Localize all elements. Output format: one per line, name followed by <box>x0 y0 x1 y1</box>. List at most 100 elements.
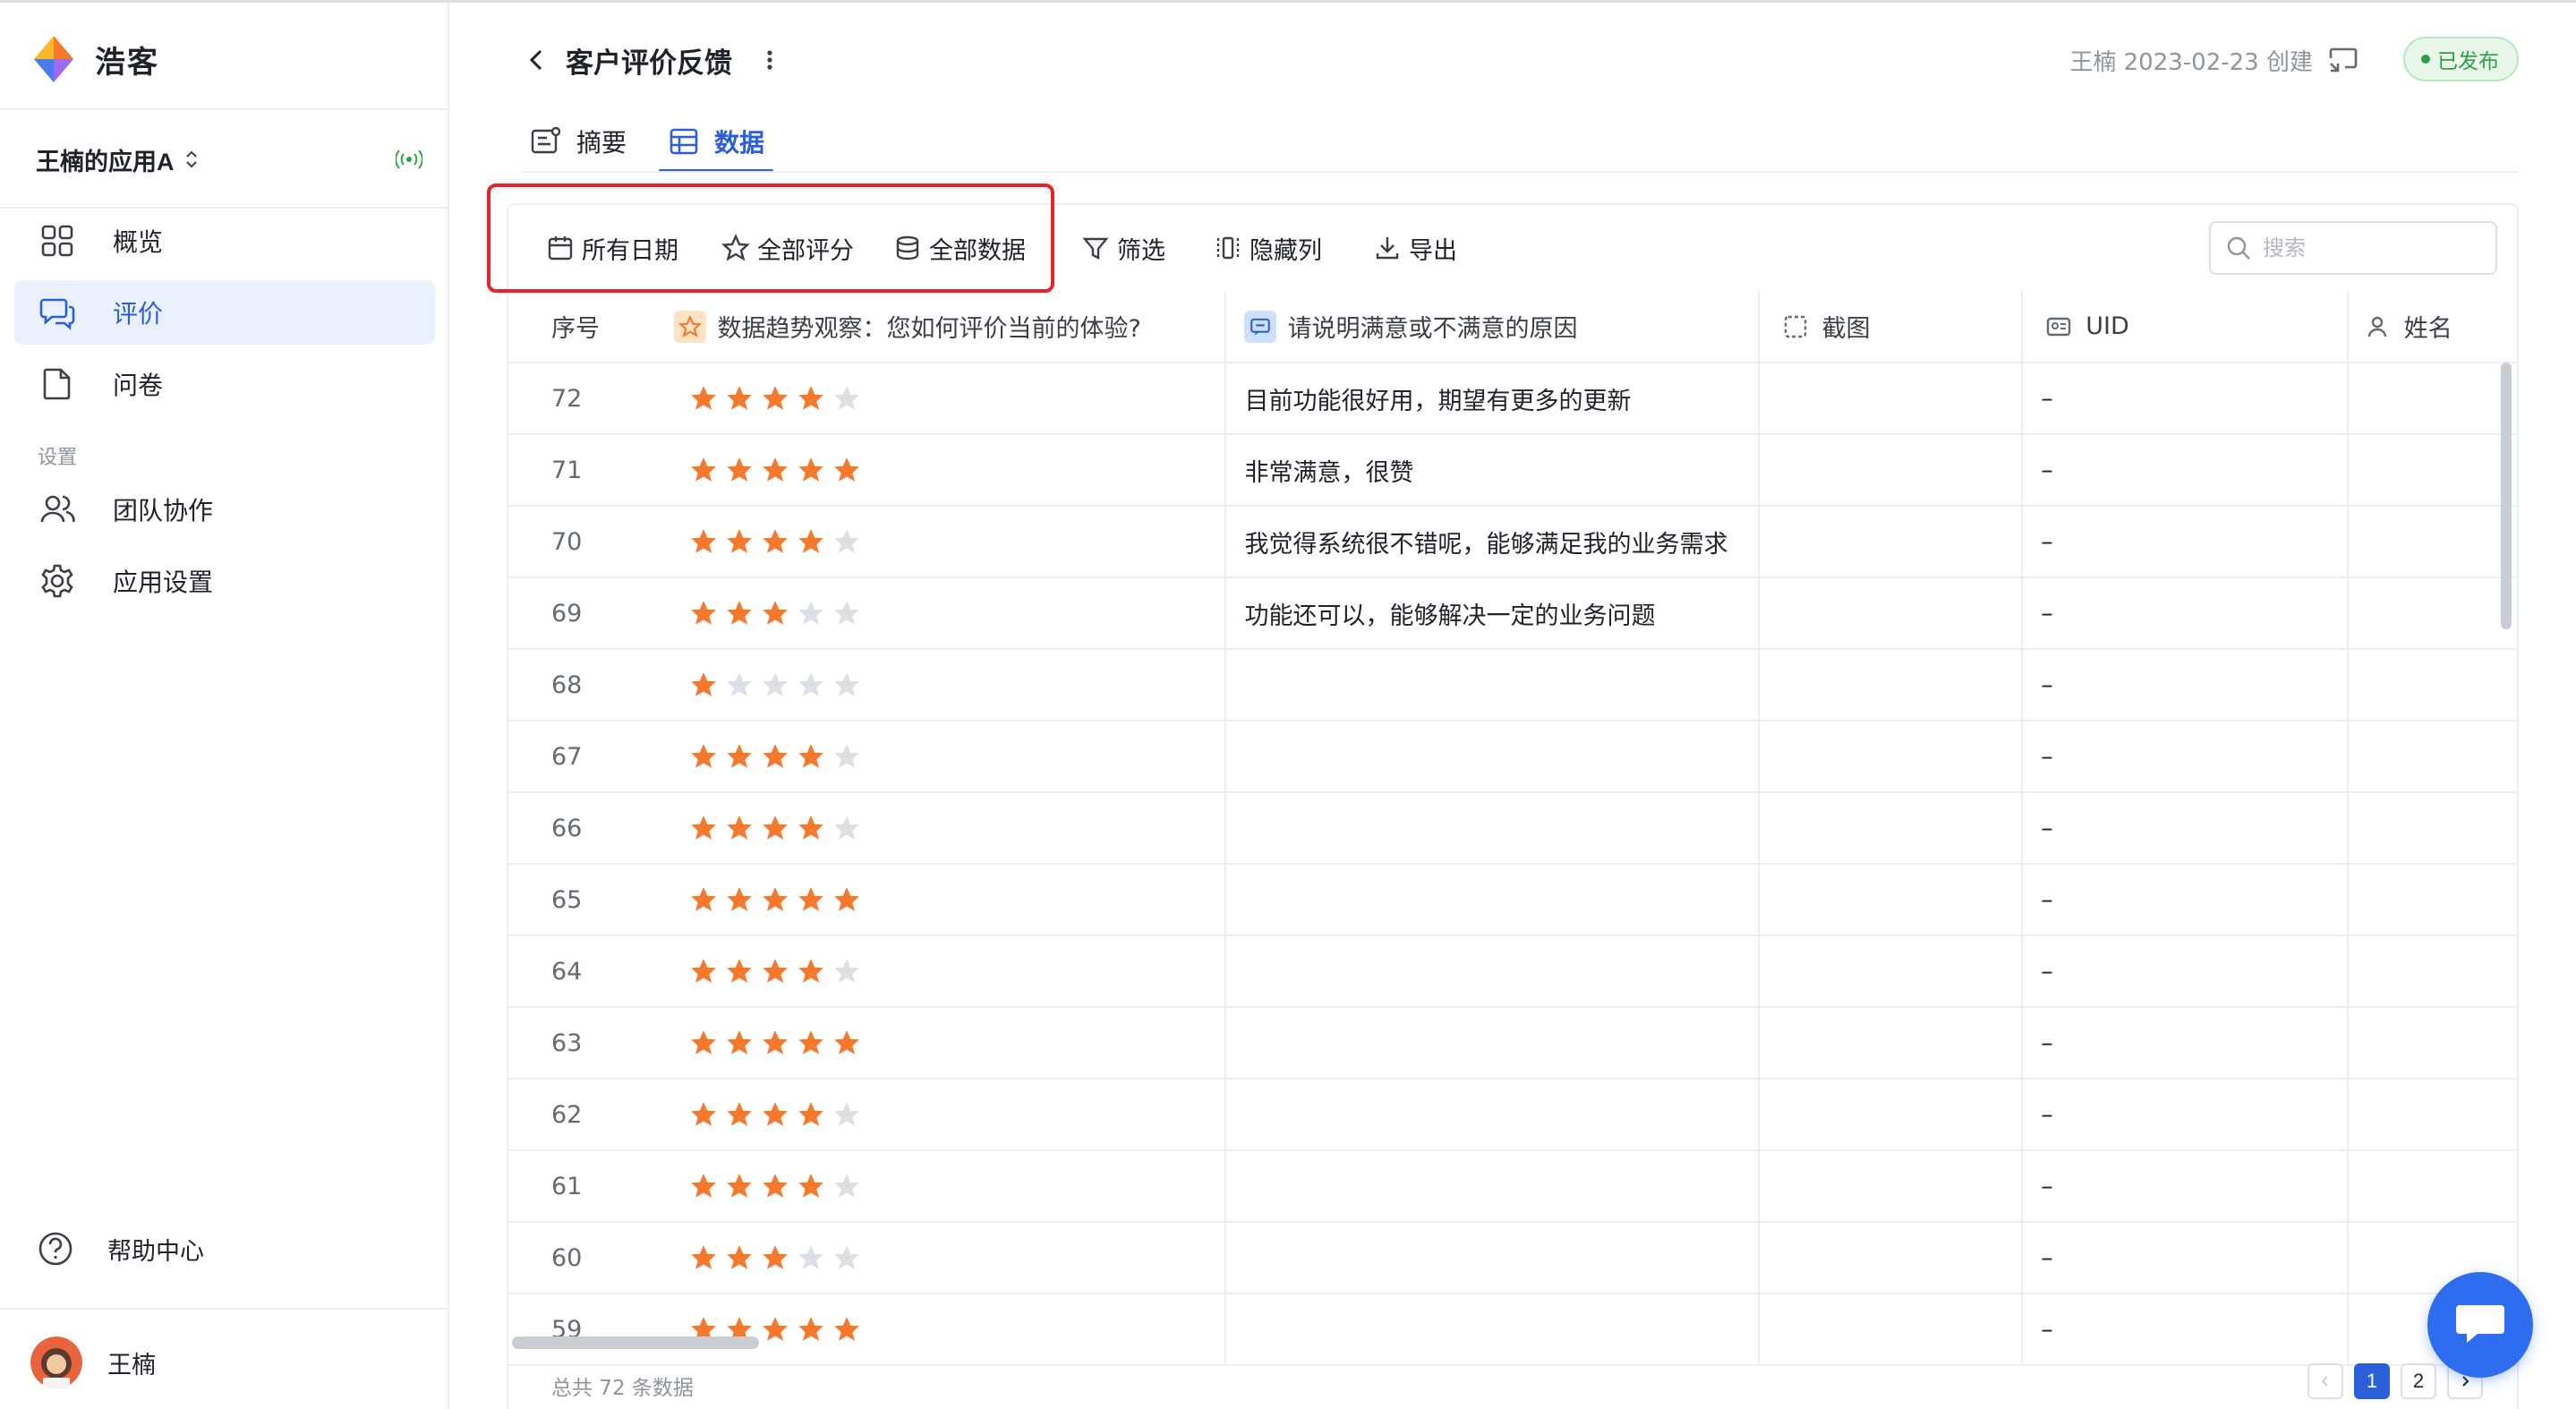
rating-filter-button[interactable]: 全部评分 <box>721 226 854 269</box>
horizontal-scrollbar[interactable] <box>512 1336 759 1349</box>
tab-summary[interactable]: 摘要 <box>521 110 635 173</box>
table-row[interactable]: 71 非常满意，很赞 – <box>508 434 2517 507</box>
table-header-row: 序号 数据趋势观察：您如何评价当前的体验? 请说明满意或不满意的原因 截图 UI… <box>508 291 2517 363</box>
star-filled-icon <box>727 959 753 983</box>
export-label: 导出 <box>1409 236 1457 264</box>
cell-rating <box>674 1222 1227 1294</box>
share-button[interactable] <box>2325 42 2361 78</box>
cell-reason: 非常满意，很赞 <box>1225 434 1760 507</box>
column-header-reason[interactable]: 请说明满意或不满意的原因 <box>1225 291 1760 363</box>
prev-page-button[interactable] <box>2307 1363 2343 1399</box>
table-row[interactable]: 62 – <box>508 1079 2517 1151</box>
cell-rating <box>674 1007 1227 1080</box>
search-box[interactable] <box>2209 221 2497 275</box>
cell-reason: 我觉得系统很不错呢，能够满足我的业务需求 <box>1225 506 1760 578</box>
cell-uid: – <box>2022 363 2349 435</box>
chevron-left-icon <box>2321 1376 2328 1387</box>
app-switcher[interactable]: 王楠的应用A <box>36 137 422 182</box>
filter-button[interactable]: 筛选 <box>1081 226 1165 269</box>
table-row[interactable]: 69 功能还可以，能够解决一定的业务问题 – <box>508 577 2517 650</box>
star-filled-icon <box>763 887 789 911</box>
table-row[interactable]: 61 – <box>508 1150 2517 1223</box>
filter-label: 筛选 <box>1117 236 1165 264</box>
chat-icon <box>39 298 75 330</box>
brand[interactable]: 浩客 <box>27 30 159 89</box>
search-input[interactable] <box>2263 235 2478 260</box>
column-header-screenshot[interactable]: 截图 <box>1758 291 2024 363</box>
cell-rating <box>674 577 1227 650</box>
column-header-name[interactable]: 姓名 <box>2347 291 2517 363</box>
column-header-rating[interactable]: 数据趋势观察：您如何评价当前的体验? <box>674 291 1227 363</box>
cell-screenshot <box>1758 649 2024 722</box>
cell-rating <box>674 1079 1227 1151</box>
star-rating <box>674 1171 1224 1201</box>
star-filled-icon <box>727 816 753 840</box>
cell-screenshot <box>1758 1079 2024 1151</box>
data-scope-button[interactable]: 全部数据 <box>893 226 1026 269</box>
sidebar-item-surveys[interactable]: 问卷 <box>14 352 435 416</box>
summary-icon <box>531 126 561 154</box>
star-filled-icon <box>691 601 717 625</box>
table-row[interactable]: 67 – <box>508 721 2517 793</box>
cell-uid: – <box>2022 1294 2349 1366</box>
tab-data[interactable]: 数据 <box>659 110 774 173</box>
table-row[interactable]: 72 目前功能很好用，期望有更多的更新 – <box>508 363 2517 435</box>
export-button[interactable]: 导出 <box>1373 226 1457 269</box>
more-options-button[interactable] <box>759 44 780 76</box>
star-filled-icon <box>798 744 824 768</box>
sidebar-item-team[interactable]: 团队协作 <box>14 477 435 542</box>
table-row[interactable]: 70 我觉得系统很不错呢，能够满足我的业务需求 – <box>508 506 2517 578</box>
user-profile[interactable]: 王楠 <box>30 1336 156 1388</box>
cell-index: 62 <box>508 1079 675 1151</box>
page-button-1[interactable]: 1 <box>2354 1363 2390 1399</box>
star-filled-icon <box>763 816 789 840</box>
more-vertical-icon <box>767 50 772 70</box>
download-icon <box>1376 237 1399 260</box>
column-header-label: 姓名 <box>2403 315 2452 343</box>
date-range-button[interactable]: 所有日期 <box>546 226 678 269</box>
table-row[interactable]: 66 – <box>508 792 2517 865</box>
column-header-index[interactable]: 序号 <box>508 291 675 363</box>
cell-reason: 功能还可以，能够解决一定的业务问题 <box>1225 577 1760 650</box>
filter-icon <box>1082 237 1109 260</box>
vertical-scrollbar[interactable] <box>2501 363 2512 629</box>
cell-uid: – <box>2022 792 2349 865</box>
star-empty-icon <box>798 1245 824 1269</box>
star-filled-icon <box>798 529 824 553</box>
sidebar-item-overview[interactable]: 概览 <box>14 209 435 273</box>
cell-index: 64 <box>508 935 675 1008</box>
star-empty-icon <box>834 529 860 553</box>
star-filled-icon <box>691 744 717 768</box>
star-filled-icon <box>834 887 860 911</box>
table-row[interactable]: 63 – <box>508 1007 2517 1080</box>
sidebar-item-app-settings[interactable]: 应用设置 <box>14 549 435 613</box>
star-filled-icon <box>727 529 753 553</box>
hide-columns-button[interactable]: 隐藏列 <box>1214 226 1322 269</box>
star-filled-icon <box>727 457 753 482</box>
back-button[interactable] <box>521 42 551 78</box>
column-header-uid[interactable]: UID <box>2022 291 2349 363</box>
cell-screenshot <box>1758 864 2024 936</box>
cell-screenshot <box>1758 935 2024 1008</box>
column-header-label: 请说明满意或不满意的原因 <box>1287 315 1578 343</box>
chat-support-button[interactable] <box>2427 1272 2533 1378</box>
star-filled-icon <box>798 1102 824 1126</box>
date-range-label: 所有日期 <box>582 236 678 264</box>
star-filled-icon <box>691 959 717 983</box>
star-filled-icon <box>798 457 824 482</box>
help-center-link[interactable]: 帮助中心 <box>38 1231 204 1267</box>
table-row[interactable]: 59 – <box>508 1294 2517 1366</box>
table-row[interactable]: 68 – <box>508 649 2517 722</box>
table-row[interactable]: 65 – <box>508 864 2517 936</box>
table-row[interactable]: 60 – <box>508 1222 2517 1294</box>
table-row[interactable]: 64 – <box>508 935 2517 1008</box>
star-filled-icon <box>763 1102 789 1126</box>
page-button-2[interactable]: 2 <box>2401 1363 2436 1399</box>
divider <box>0 1308 449 1310</box>
star-filled-icon <box>798 1317 824 1341</box>
cell-name <box>2347 792 2517 865</box>
grid-icon <box>41 225 73 257</box>
cell-name <box>2347 649 2517 722</box>
cell-rating <box>674 363 1227 435</box>
sidebar-item-reviews[interactable]: 评价 <box>14 280 435 345</box>
